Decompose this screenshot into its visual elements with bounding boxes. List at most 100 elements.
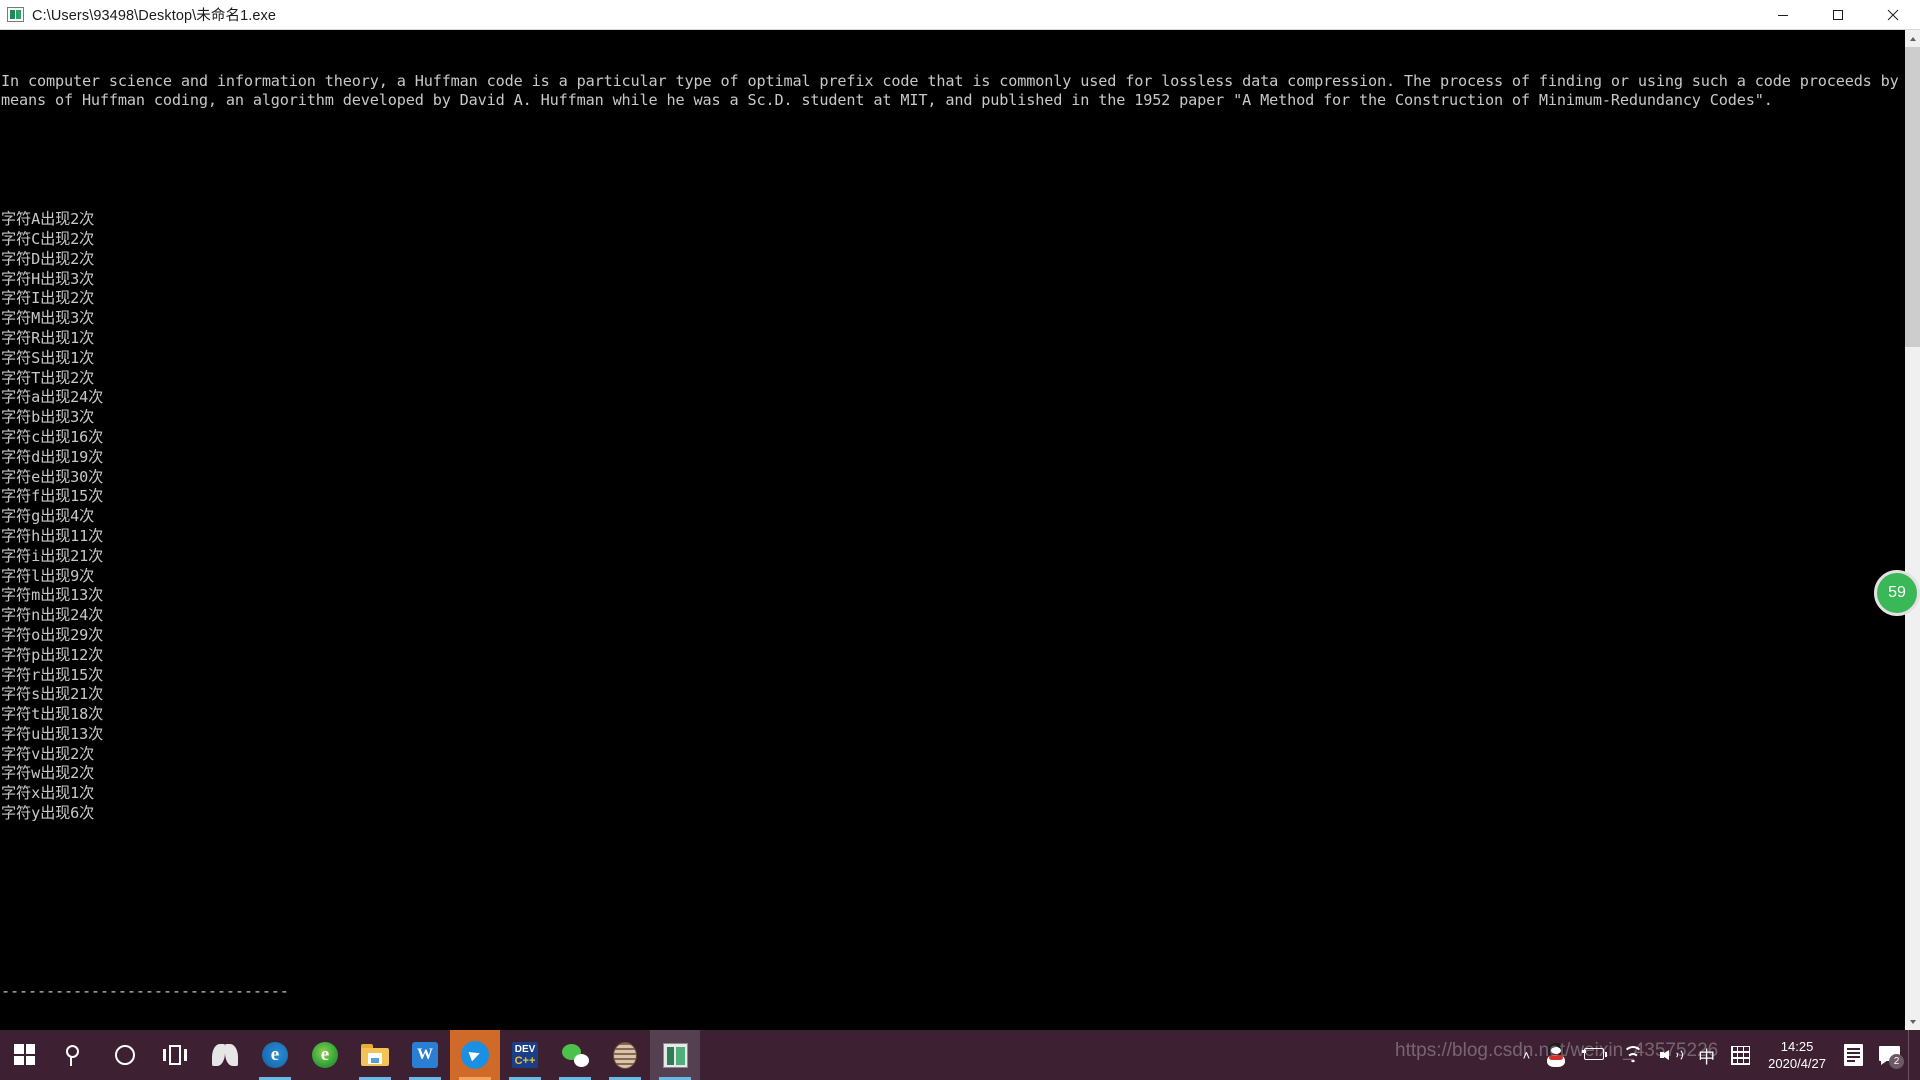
char-count-line: 字符e出现30次	[1, 467, 104, 486]
console-window: C:\Users\93498\Desktop\未命名1.exe In compu…	[0, 0, 1920, 1030]
wifi-icon	[1622, 1045, 1644, 1064]
char-count-line: 字符y出现6次	[1, 804, 95, 823]
char-count-line: 字符s出现21次	[1, 685, 104, 704]
separator-line: --------------------------------	[1, 982, 289, 1001]
dev-cpp-app[interactable]: DEV C++	[500, 1030, 550, 1080]
scroll-up-arrow-icon[interactable]	[1905, 30, 1920, 47]
char-count-line: 字符p出现12次	[1, 645, 104, 664]
clock-time: 14:25	[1780, 1039, 1814, 1054]
char-count-line: 字符r出现15次	[1, 665, 104, 684]
window-controls	[1755, 0, 1920, 30]
browser-green-app[interactable]: e	[300, 1030, 350, 1080]
console-output-area[interactable]: In computer science and information theo…	[0, 30, 1905, 1030]
console-app-icon	[7, 7, 24, 22]
wps-office-app[interactable]: W	[400, 1030, 450, 1080]
wechat-icon	[561, 1043, 589, 1067]
cortana-circle-icon	[115, 1045, 135, 1065]
qq-tray-icon[interactable]	[1538, 1030, 1574, 1080]
char-count-line: 字符o出现29次	[1, 625, 104, 644]
char-count-line: 字符i出现21次	[1, 546, 104, 565]
char-count-line: 字符c出现16次	[1, 427, 104, 446]
search-button[interactable]	[50, 1030, 100, 1080]
scroll-down-arrow-icon[interactable]	[1905, 1013, 1920, 1030]
battery-icon	[1582, 1048, 1608, 1062]
task-view-icon	[163, 1045, 187, 1065]
char-count-line: 字符m出现13次	[1, 586, 104, 605]
maximize-button[interactable]	[1810, 0, 1865, 30]
action-center-button[interactable]: 2	[1871, 1030, 1908, 1080]
char-count-line: 字符A出现2次	[1, 210, 95, 229]
taskbar: e e W DEV C++ ˄ 中 14:25 2020/4/27 2	[0, 1030, 1920, 1080]
notes-icon	[1844, 1044, 1863, 1066]
taskbar-app-list: e e W DEV C++	[0, 1030, 700, 1080]
close-button[interactable]	[1865, 0, 1920, 30]
edge-legacy-app[interactable]: e	[250, 1030, 300, 1080]
huffman-paragraph: In computer science and information theo…	[1, 71, 1899, 110]
action-center-icon: 2	[1879, 1045, 1904, 1069]
scrollbar-thumb[interactable]	[1905, 47, 1920, 347]
volume-tray-icon[interactable]	[1652, 1030, 1690, 1080]
show-desktop-button[interactable]	[1908, 1030, 1916, 1080]
pinwheel-icon	[212, 1043, 238, 1067]
oval-icon	[613, 1041, 637, 1069]
char-count-line: 字符a出现24次	[1, 388, 104, 407]
char-count-line: 字符b出现3次	[1, 408, 95, 427]
char-count-line: 字符d出现19次	[1, 447, 104, 466]
char-count-line: 字符n出现24次	[1, 606, 104, 625]
battery-tray-icon[interactable]	[1574, 1030, 1614, 1080]
clock-date: 2020/4/27	[1768, 1056, 1826, 1071]
start-button[interactable]	[0, 1030, 50, 1080]
volume-icon	[1660, 1046, 1684, 1064]
ime-tray-icon[interactable]: 中	[1690, 1030, 1723, 1080]
edge-legacy-icon: e	[262, 1042, 288, 1068]
notification-count-badge: 2	[1889, 1053, 1904, 1069]
chevron-up-icon: ˄	[1522, 1047, 1531, 1063]
ime-keyboard-icon[interactable]	[1723, 1030, 1758, 1080]
task-view-button[interactable]	[150, 1030, 200, 1080]
char-count-line: 字符D出现2次	[1, 249, 95, 268]
console-window-icon	[662, 1042, 688, 1068]
char-count-line: 字符h出现11次	[1, 526, 104, 545]
wps-icon: W	[412, 1042, 438, 1068]
char-count-line: 字符t出现18次	[1, 705, 104, 724]
ime-chinese-icon: 中	[1698, 1047, 1716, 1068]
qq-penguin-icon	[1546, 1043, 1566, 1067]
file-explorer-app[interactable]	[350, 1030, 400, 1080]
oval-app[interactable]	[600, 1030, 650, 1080]
char-count-line: 字符T出现2次	[1, 368, 95, 387]
network-tray-icon[interactable]	[1614, 1030, 1652, 1080]
char-count-line: 字符x出现1次	[1, 784, 95, 803]
char-count-line: 字符f出现15次	[1, 487, 104, 506]
char-count-line: 字符g出现4次	[1, 507, 95, 526]
window-title: C:\Users\93498\Desktop\未命名1.exe	[32, 8, 277, 24]
char-count-line: 字符I出现2次	[1, 289, 95, 308]
dingtalk-app[interactable]	[450, 1030, 500, 1080]
browser-green-icon: e	[312, 1042, 338, 1068]
search-icon	[64, 1044, 86, 1066]
char-count-line: 字符H出现3次	[1, 269, 95, 288]
dev-cpp-icon: DEV C++	[512, 1042, 538, 1068]
title-bar[interactable]: C:\Users\93498\Desktop\未命名1.exe	[0, 0, 1920, 30]
windows-logo-icon	[14, 1044, 36, 1066]
console-scrollbar[interactable]	[1905, 30, 1920, 1030]
blue-bird-icon	[461, 1041, 489, 1069]
pinwheel-app[interactable]	[200, 1030, 250, 1080]
cortana-button[interactable]	[100, 1030, 150, 1080]
char-count-list: 字符A出现2次 字符C出现2次 字符D出现2次 字符H出现3次 字符I出现2次 字符M出现…	[1, 210, 1905, 824]
console-app-taskbar-button[interactable]	[650, 1030, 700, 1080]
wechat-app[interactable]	[550, 1030, 600, 1080]
char-count-line: 字符S出现1次	[1, 348, 95, 367]
char-count-line: 字符u出现13次	[1, 724, 104, 743]
char-count-line: 字符w出现2次	[1, 764, 95, 783]
notes-button[interactable]	[1836, 1030, 1871, 1080]
floating-counter-badge[interactable]: 59	[1874, 570, 1920, 616]
minimize-button[interactable]	[1755, 0, 1810, 30]
clock[interactable]: 14:25 2020/4/27	[1758, 1030, 1836, 1080]
char-count-line: 字符M出现3次	[1, 309, 95, 328]
char-count-line: 字符v出现2次	[1, 744, 95, 763]
tray-expand-button[interactable]: ˄	[1515, 1030, 1539, 1080]
console-text: In computer science and information theo…	[1, 32, 1905, 1030]
folder-icon	[361, 1044, 389, 1066]
